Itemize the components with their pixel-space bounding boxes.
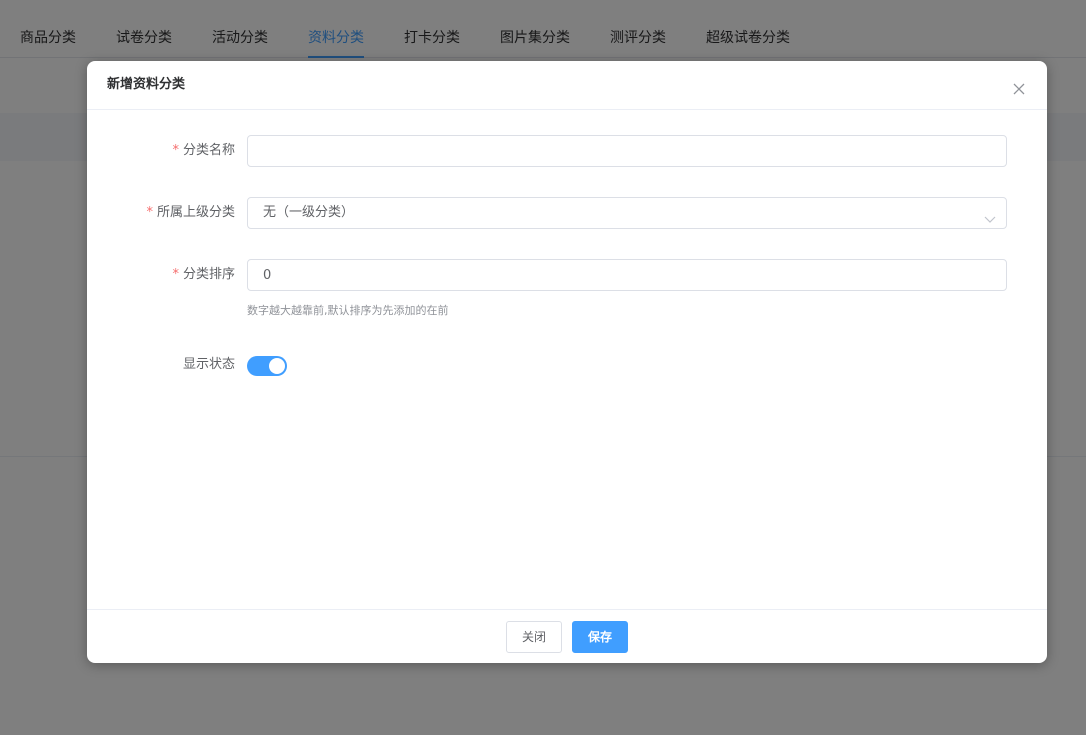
required-mark: * xyxy=(172,143,179,158)
required-mark: * xyxy=(172,267,179,282)
sort-label: * 分类排序 xyxy=(172,259,235,291)
dialog-footer: 关闭 保存 xyxy=(87,609,1047,663)
add-material-category-dialog: 新增资料分类 *分类名称 *所属上级分类 无（一级分类） *分类排序 数字越大越… xyxy=(87,61,1047,663)
parent-category-select[interactable]: 无（一级分类） xyxy=(247,197,1007,229)
required-mark: * xyxy=(146,205,153,220)
category-sort-input[interactable] xyxy=(247,259,1007,291)
category-name-input[interactable] xyxy=(247,135,1007,167)
sort-hint: 数字越大越靠前,默认排序为先添加的在前 xyxy=(247,304,449,317)
dialog-header: 新增资料分类 xyxy=(87,61,1047,110)
chevron-down-icon xyxy=(984,207,996,223)
display-status-toggle[interactable] xyxy=(247,356,287,376)
parent-label-text: 所属上级分类 xyxy=(156,205,235,220)
close-button[interactable]: 关闭 xyxy=(506,621,562,653)
dialog-title: 新增资料分类 xyxy=(107,77,186,92)
save-button[interactable]: 保存 xyxy=(572,621,628,653)
parent-label: * 所属上级分类 xyxy=(146,197,235,229)
status-label: 显示状态 xyxy=(182,357,235,372)
name-label: * 分类名称 xyxy=(172,135,235,167)
sort-label-text: 分类排序 xyxy=(182,267,235,282)
toggle-knob xyxy=(269,358,285,374)
close-icon[interactable] xyxy=(1011,81,1027,97)
parent-category-value: 无（一级分类） xyxy=(263,205,355,220)
name-label-text: 分类名称 xyxy=(182,143,235,158)
